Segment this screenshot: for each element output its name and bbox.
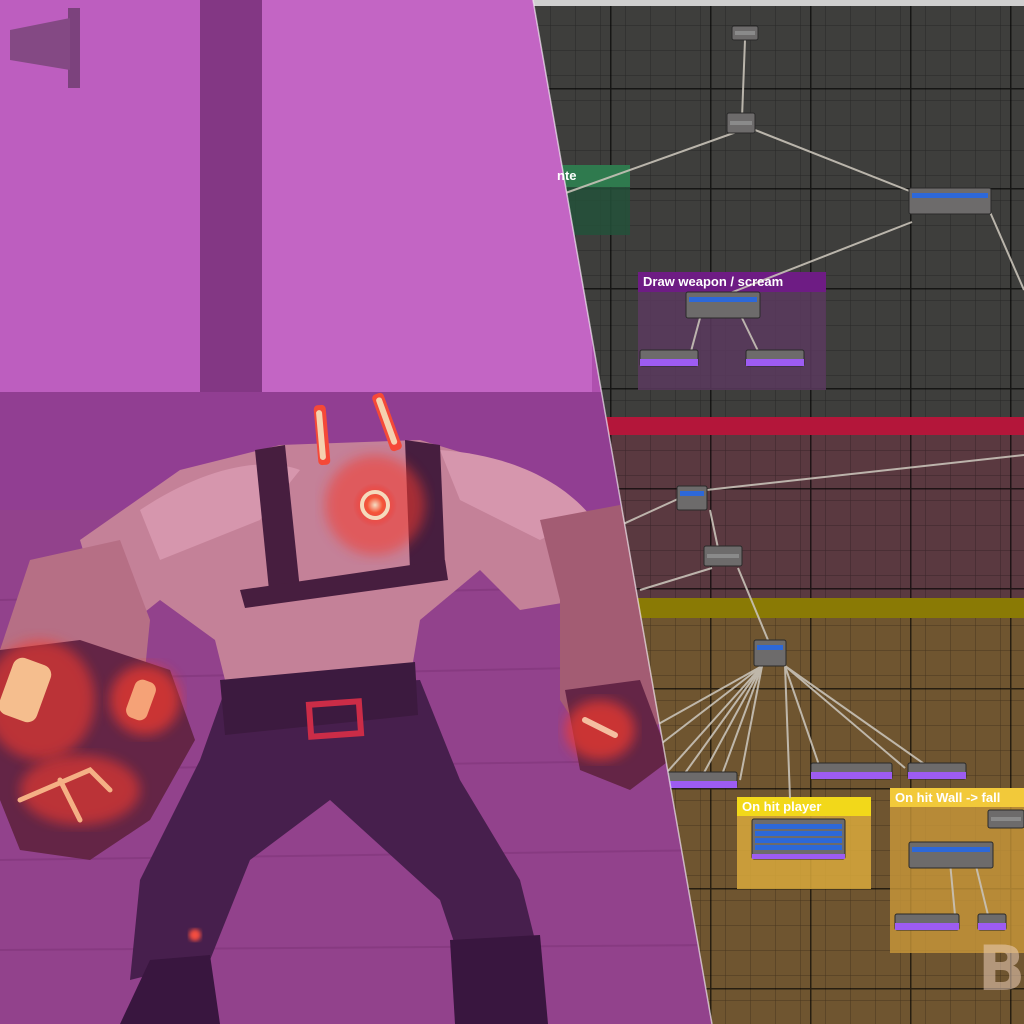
watermark-logo: B: [978, 932, 1024, 1005]
split-screenshot: [0, 0, 1024, 1024]
node-task-g[interactable]: [977, 913, 1007, 931]
comment-title-yellow-right: On hit Wall -> fall: [895, 790, 1001, 805]
node-hub[interactable]: [753, 639, 787, 667]
comment-title-purple: Draw weapon / scream: [643, 274, 784, 289]
comment-title-yellow-left: On hit player: [742, 799, 822, 814]
node-fall-seq[interactable]: [908, 841, 994, 869]
node-task-c[interactable]: [664, 771, 738, 789]
node-root[interactable]: [731, 25, 759, 41]
node-selector-top[interactable]: [726, 112, 756, 134]
node-mid-2[interactable]: [703, 545, 743, 567]
comment-title-green: nte: [557, 168, 577, 183]
node-task-a[interactable]: [639, 349, 699, 367]
node-task-f[interactable]: [894, 913, 960, 931]
node-task-e[interactable]: [907, 762, 967, 780]
window-top-edge: [533, 0, 1024, 6]
node-sequence-right[interactable]: [908, 187, 992, 215]
node-hit-player[interactable]: [751, 818, 846, 860]
node-mid-1[interactable]: [676, 485, 708, 511]
node-task-b[interactable]: [745, 349, 805, 367]
node-small-right[interactable]: [987, 809, 1024, 829]
node-draw-weapon[interactable]: [685, 291, 761, 319]
node-task-d[interactable]: [810, 762, 893, 780]
